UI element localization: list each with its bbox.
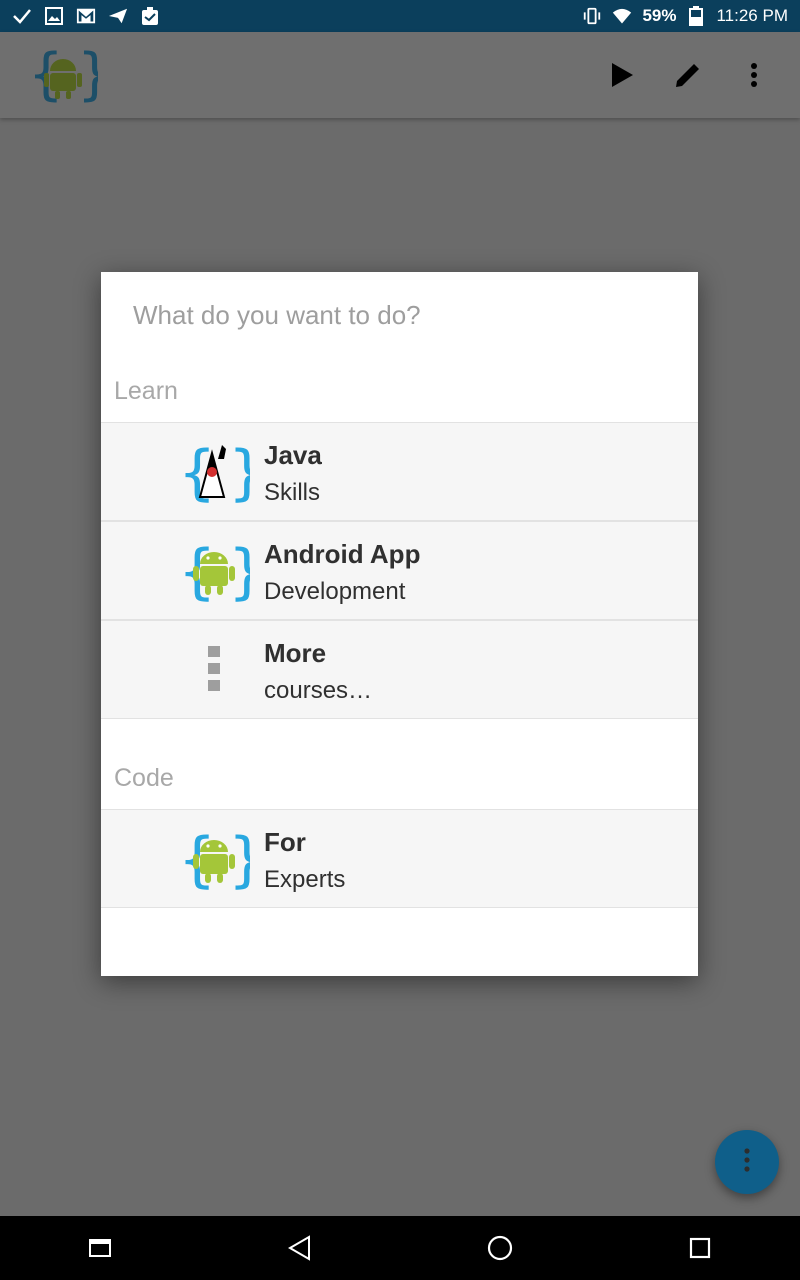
play-icon[interactable] — [604, 57, 640, 93]
send-icon — [108, 6, 128, 26]
back-icon[interactable] — [270, 1218, 330, 1278]
more-dots-icon — [178, 639, 250, 701]
action-dialog: What do you want to do? Learn { } Java S… — [101, 272, 698, 976]
list-item-for-experts[interactable]: { } For Experts — [101, 809, 698, 908]
clock: 11:26 PM — [716, 6, 788, 25]
section-header-learn: Learn — [114, 377, 178, 405]
pencil-icon[interactable] — [670, 57, 706, 93]
section-header-code: Code — [114, 764, 174, 792]
more-vert-icon[interactable] — [736, 57, 772, 93]
android-code-icon: { } — [178, 825, 266, 895]
list-item-title: Java — [264, 440, 322, 470]
app-bar: { } — [0, 32, 800, 118]
list-item-subtitle: Skills — [264, 479, 321, 506]
list-item-title: More — [264, 638, 327, 668]
home-icon[interactable] — [470, 1218, 530, 1278]
wifi-icon — [612, 6, 632, 26]
check-icon — [12, 6, 32, 26]
dialog-title: What do you want to do? — [133, 300, 421, 330]
vibrate-icon — [582, 6, 602, 26]
list-item-more-courses[interactable]: More courses… — [101, 620, 698, 719]
android-code-icon: { } — [178, 537, 266, 607]
list-item-java-skills[interactable]: { } Java Skills — [101, 422, 698, 521]
fab-more-button[interactable] — [715, 1130, 779, 1194]
list-item-android-app-development[interactable]: { } Android App Development — [101, 521, 698, 620]
list-item-subtitle: courses… — [264, 677, 373, 704]
image-icon — [44, 6, 64, 26]
more-vert-icon — [743, 1147, 751, 1177]
battery-icon — [686, 6, 706, 26]
clipboard-icon — [140, 6, 160, 26]
gmail-icon — [76, 6, 96, 26]
list-item-subtitle: Development — [264, 578, 406, 605]
recents-icon[interactable] — [70, 1218, 130, 1278]
svg-text:}: } — [228, 441, 250, 503]
list-item-title: For — [264, 827, 306, 857]
status-bar: 59% 11:26 PM — [0, 0, 800, 32]
system-nav-bar — [0, 1216, 800, 1280]
java-duke-icon: { } — [178, 438, 266, 508]
list-item-title: Android App — [264, 539, 421, 569]
android-code-logo-icon[interactable]: { } — [28, 42, 113, 107]
battery-percentage: 59% — [642, 6, 677, 25]
list-item-subtitle: Experts — [264, 866, 346, 893]
overview-icon[interactable] — [670, 1218, 730, 1278]
